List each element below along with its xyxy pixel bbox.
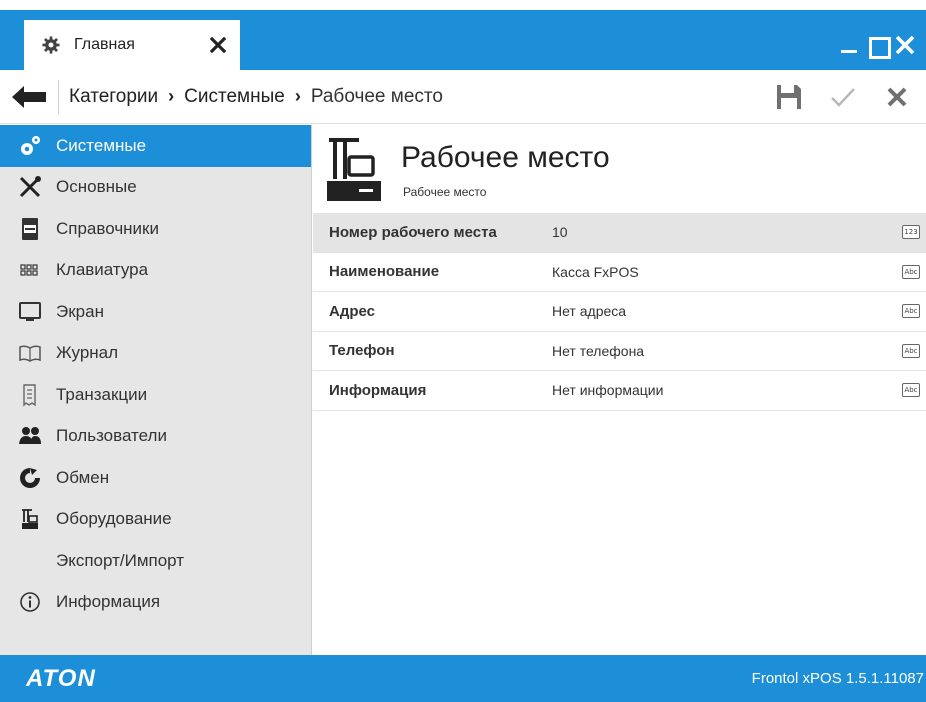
breadcrumb-current: Рабочее место: [310, 85, 443, 107]
sidebar-item-system[interactable]: Системные: [0, 125, 311, 167]
property-value: Нет адреса: [552, 303, 627, 320]
content-header: Рабочее место Рабочее место: [313, 125, 926, 213]
keyboard-icon: [0, 258, 56, 282]
receipt-icon: [0, 383, 56, 407]
property-label: Адрес: [329, 302, 376, 320]
status-bar: ATON Frontol xPOS 1.5.1.11087: [0, 655, 926, 702]
property-label: Наименование: [329, 263, 440, 281]
back-arrow-icon: [12, 85, 46, 108]
close-icon: [887, 87, 907, 107]
sidebar-item-label: Справочники: [56, 218, 159, 238]
sidebar-item-label: Информация: [56, 592, 161, 612]
property-value: Нет телефона: [552, 342, 645, 359]
sidebar-item-label: Системные: [56, 135, 147, 155]
sidebar-item-information[interactable]: Информация: [0, 582, 311, 624]
property-row-workstation-number[interactable]: Номер рабочего места 10 123: [313, 213, 926, 253]
title-bar: Главная: [0, 0, 926, 70]
property-row-phone[interactable]: Телефон Нет телефона Abc: [313, 332, 926, 371]
text-type-icon: Abc: [902, 383, 920, 398]
info-icon: [0, 590, 56, 614]
breadcrumb-item-system[interactable]: Системные: [184, 86, 285, 108]
sidebar: Системные Основные Справочники Клавиатур…: [0, 125, 312, 655]
breadcrumb-toolbar: Категории › Системные › Рабочее место: [0, 70, 926, 124]
sidebar-item-label: Пользователи: [56, 426, 167, 446]
tab-main[interactable]: Главная: [24, 20, 240, 70]
sidebar-item-directories[interactable]: Справочники: [0, 208, 311, 250]
monitor-icon: [0, 300, 56, 324]
cancel-button[interactable]: [882, 82, 912, 112]
save-button[interactable]: [774, 82, 804, 112]
property-label: Информация: [329, 381, 427, 399]
tools-icon: [0, 175, 56, 199]
maximize-button[interactable]: [866, 34, 891, 59]
sidebar-item-label: Основные: [56, 177, 137, 197]
page-subtitle: Рабочее место: [403, 185, 487, 199]
property-value: 10: [552, 224, 568, 241]
apply-button[interactable]: [828, 82, 858, 112]
check-icon: [831, 88, 855, 107]
exchange-icon: [0, 466, 56, 490]
page-title: Рабочее место: [401, 141, 610, 174]
toolbar-actions: [774, 70, 912, 124]
window-close-icon[interactable]: [894, 34, 916, 56]
sidebar-item-journal[interactable]: Журнал: [0, 333, 311, 375]
tab-label: Главная: [74, 36, 135, 53]
property-label: Телефон: [329, 342, 395, 360]
text-type-icon: Abc: [902, 304, 920, 319]
property-label: Номер рабочего места: [329, 223, 497, 241]
sidebar-item-label: Экран: [56, 301, 104, 321]
sidebar-item-screen[interactable]: Экран: [0, 291, 311, 333]
content-panel: Рабочее место Рабочее место Номер рабоче…: [313, 125, 926, 655]
aton-logo: ATON: [26, 664, 96, 692]
book-icon: [0, 217, 56, 241]
breadcrumb-chevron-icon: ›: [168, 86, 175, 106]
sidebar-item-exchange[interactable]: Обмен: [0, 457, 311, 499]
sidebar-item-equipment[interactable]: Оборудование: [0, 499, 311, 541]
gears-icon: [0, 134, 56, 158]
property-value: Касса FxPOS: [552, 263, 639, 280]
back-button[interactable]: [0, 70, 58, 124]
sidebar-item-label: Обмен: [56, 467, 110, 487]
text-type-icon: Abc: [902, 264, 920, 279]
version-label: Frontol xPOS 1.5.1.11087: [751, 670, 924, 687]
property-row-information[interactable]: Информация Нет информации Abc: [313, 371, 926, 411]
minimize-button[interactable]: [838, 34, 860, 56]
text-type-icon: Abc: [902, 343, 920, 358]
cash-register-icon: [327, 138, 381, 201]
breadcrumb-item-categories[interactable]: Категории: [69, 86, 158, 108]
tab-close-icon[interactable]: [210, 37, 226, 53]
save-icon: [777, 85, 801, 109]
numeric-type-icon: 123: [902, 225, 920, 240]
toolbar-separator: [58, 79, 59, 114]
sidebar-item-export-import[interactable]: Экспорт/Импорт: [0, 540, 311, 582]
property-value: Нет информации: [552, 382, 664, 399]
sidebar-item-label: Журнал: [56, 343, 119, 363]
sidebar-item-blank-icon: [0, 549, 56, 573]
sidebar-item-transactions[interactable]: Транзакции: [0, 374, 311, 416]
sidebar-item-label: Оборудование: [56, 509, 172, 529]
breadcrumb-chevron-icon: ›: [294, 86, 301, 106]
property-row-name[interactable]: Наименование Касса FxPOS Abc: [313, 253, 926, 292]
sidebar-item-keyboard[interactable]: Клавиатура: [0, 250, 311, 292]
property-row-address[interactable]: Адрес Нет адреса Abc: [313, 292, 926, 332]
breadcrumb: Категории › Системные › Рабочее место: [69, 86, 443, 108]
sidebar-item-label: Клавиатура: [56, 260, 149, 280]
sidebar-item-label: Транзакции: [56, 384, 148, 404]
journal-icon: [0, 341, 56, 365]
window-controls: [838, 34, 916, 59]
sidebar-item-users[interactable]: Пользователи: [0, 416, 311, 458]
sidebar-item-label: Экспорт/Импорт: [56, 550, 185, 570]
users-icon: [0, 424, 56, 448]
cash-register-icon: [0, 507, 56, 531]
sidebar-item-basic[interactable]: Основные: [0, 167, 311, 209]
gear-icon: [42, 36, 60, 54]
